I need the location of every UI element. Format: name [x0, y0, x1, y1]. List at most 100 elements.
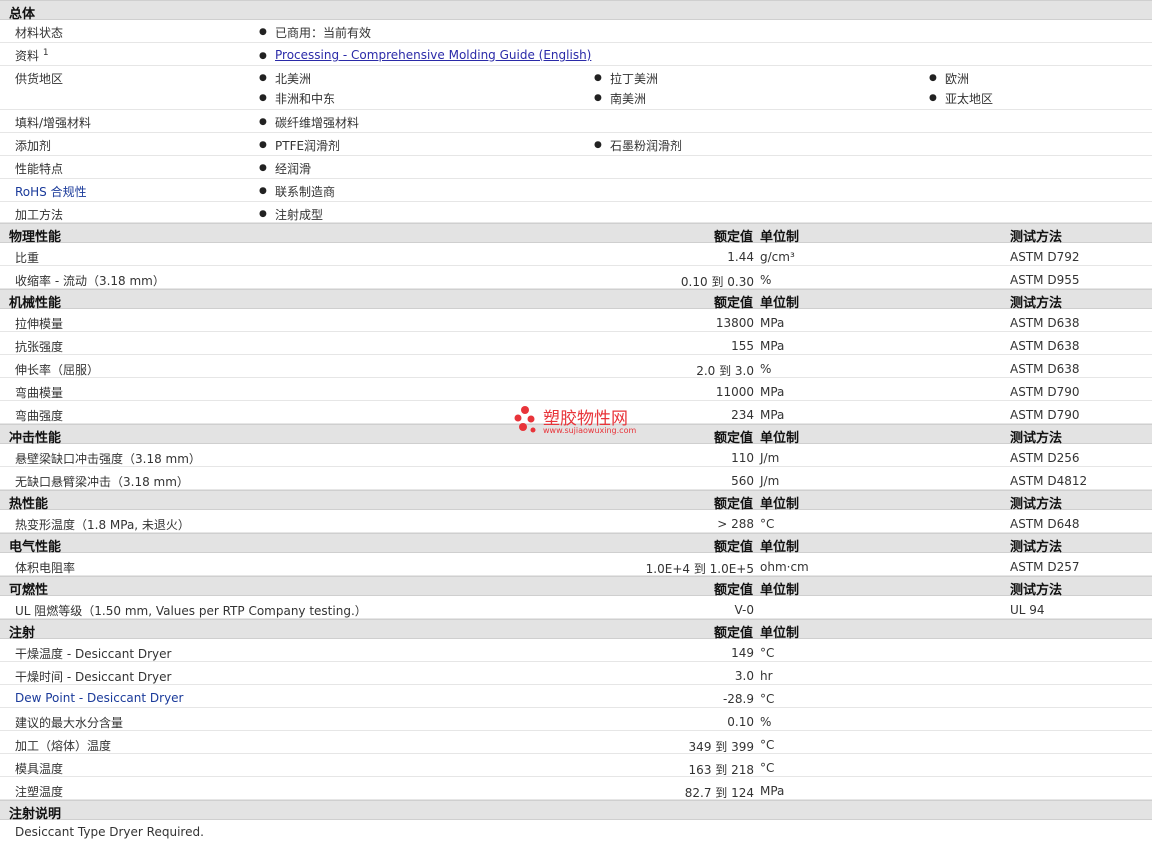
- prop-label: 模具温度: [15, 762, 64, 776]
- row-filler: 填料/增强材料 碳纤维增强材料: [0, 110, 1152, 133]
- prop-value: 560: [731, 474, 754, 488]
- prop-unit: MPa: [760, 385, 785, 399]
- region-item: 欧洲: [929, 70, 969, 87]
- prop-value: 3.0: [734, 669, 754, 683]
- prop-value: 1.0E+4 到 1.0E+5: [645, 562, 754, 576]
- prop-label: Dew Point - Desiccant Dryer: [15, 691, 184, 705]
- section-header-electrical: 电气性能 额定值 单位制 测试方法: [0, 533, 1152, 555]
- table-row: 加工（熔体）温度 349 到 399 °C: [0, 731, 1152, 754]
- prop-test: ASTM D257: [1010, 560, 1080, 574]
- prop-value: 234: [731, 408, 754, 422]
- prop-unit: J/m: [760, 451, 780, 465]
- prop-test: UL 94: [1010, 603, 1045, 617]
- prop-label: 抗张强度: [15, 340, 64, 354]
- prop-unit: hr: [760, 669, 773, 683]
- prop-test: ASTM D792: [1010, 250, 1080, 264]
- row-value: 经润滑: [259, 160, 311, 177]
- prop-unit: MPa: [760, 316, 785, 330]
- table-row: 干燥温度 - Desiccant Dryer 149 °C: [0, 639, 1152, 662]
- prop-unit: g/cm³: [760, 250, 795, 264]
- prop-unit: MPa: [760, 784, 785, 798]
- prop-label: 干燥温度 - Desiccant Dryer: [15, 647, 172, 661]
- injection-notes-text: Desiccant Type Dryer Required.: [15, 825, 204, 839]
- prop-label: 建议的最大水分含量: [15, 716, 124, 730]
- prop-label: 拉伸模量: [15, 317, 64, 331]
- additive-item: 石墨粉润滑剂: [594, 137, 682, 154]
- prop-value: 2.0 到 3.0: [696, 364, 754, 378]
- prop-value: 0.10: [727, 715, 754, 729]
- row-literature: 资料 1 Processing - Comprehensive Molding …: [0, 43, 1152, 66]
- prop-unit: °C: [760, 738, 775, 752]
- region-item: 亚太地区: [929, 90, 993, 107]
- row-material-status: 材料状态 已商用：当前有效: [0, 20, 1152, 43]
- row-availability: 供货地区 北美洲 拉丁美洲 欧洲 非洲和中东 南美洲 亚太地区: [0, 66, 1152, 110]
- prop-label: 比重: [15, 251, 40, 265]
- row-label: RoHS 合规性: [15, 185, 87, 199]
- additive-item: PTFE润滑剂: [259, 137, 340, 154]
- row-features: 性能特点 经润滑: [0, 156, 1152, 179]
- prop-label: 弯曲强度: [15, 409, 64, 423]
- prop-unit: °C: [760, 761, 775, 775]
- prop-unit: MPa: [760, 408, 785, 422]
- table-row: 注塑温度 82.7 到 124 MPa: [0, 777, 1152, 800]
- prop-test: ASTM D790: [1010, 408, 1080, 422]
- table-row: 热变形温度（1.8 MPa, 未退火） > 288 °C ASTM D648: [0, 510, 1152, 533]
- watermark: 塑胶物性网 www.sujiaowuxing.com: [513, 403, 643, 439]
- prop-value: > 288: [717, 517, 754, 531]
- prop-unit: MPa: [760, 339, 785, 353]
- prop-unit: °C: [760, 646, 775, 660]
- watermark-dots-icon: [514, 406, 536, 433]
- prop-value: 11000: [715, 385, 754, 399]
- table-row: 悬壁梁缺口冲击强度（3.18 mm） 110 J/m ASTM D256: [0, 444, 1152, 467]
- prop-unit: °C: [760, 517, 775, 531]
- table-row: 干燥时间 - Desiccant Dryer 3.0 hr: [0, 662, 1152, 685]
- table-row: 抗张强度 155 MPa ASTM D638: [0, 332, 1152, 355]
- prop-test: ASTM D648: [1010, 517, 1080, 531]
- prop-value: 1.44: [727, 250, 754, 264]
- table-row: 建议的最大水分含量 0.10 %: [0, 708, 1152, 731]
- prop-value: 0.10 到 0.30: [680, 275, 754, 289]
- prop-value: 13800: [715, 316, 754, 330]
- section-header-mechanical: 机械性能 额定值 单位制 测试方法: [0, 289, 1152, 311]
- prop-unit: ohm·cm: [760, 560, 809, 574]
- table-row: 模具温度 163 到 218 °C: [0, 754, 1152, 777]
- region-item: 北美洲: [259, 70, 311, 87]
- prop-unit: J/m: [760, 474, 780, 488]
- prop-label: 热变形温度（1.8 MPa, 未退火）: [15, 518, 190, 532]
- table-row: UL 阻燃等级（1.50 mm, Values per RTP Company …: [0, 596, 1152, 619]
- table-row: 比重 1.44 g/cm³ ASTM D792: [0, 243, 1152, 266]
- prop-test: ASTM D4812: [1010, 474, 1088, 488]
- row-additive: 添加剂 PTFE润滑剂 石墨粉润滑剂: [0, 133, 1152, 156]
- table-row: 伸长率（屈服） 2.0 到 3.0 % ASTM D638: [0, 355, 1152, 378]
- row-processing: 加工方法 注射成型: [0, 202, 1152, 223]
- prop-value: 349 到 399: [688, 740, 754, 754]
- literature-link[interactable]: Processing - Comprehensive Molding Guide…: [259, 48, 591, 64]
- prop-unit: °C: [760, 692, 775, 706]
- section-header-injection: 注射 额定值 单位制: [0, 619, 1152, 641]
- footnote-marker: 1: [42, 48, 49, 58]
- row-value: 联系制造商: [259, 183, 335, 200]
- row-label: 添加剂: [15, 139, 52, 153]
- prop-value: 110: [731, 451, 754, 465]
- row-value: 注射成型: [259, 206, 323, 223]
- row-value: 碳纤维增强材料: [259, 114, 359, 131]
- prop-value: 163 到 218: [688, 763, 754, 777]
- prop-test: ASTM D638: [1010, 316, 1080, 330]
- table-row: 体积电阻率 1.0E+4 到 1.0E+5 ohm·cm ASTM D257: [0, 553, 1152, 576]
- prop-test: ASTM D790: [1010, 385, 1080, 399]
- prop-label: UL 阻燃等级（1.50 mm, Values per RTP Company …: [15, 604, 367, 618]
- prop-value: -28.9: [722, 692, 754, 706]
- row-label: 资料 1: [15, 48, 49, 63]
- prop-value: 155: [731, 339, 754, 353]
- prop-test: ASTM D638: [1010, 339, 1080, 353]
- prop-unit: %: [760, 273, 772, 287]
- row-label: 性能特点: [15, 162, 64, 176]
- prop-label: 干燥时间 - Desiccant Dryer: [15, 670, 172, 684]
- prop-label: 收缩率 - 流动（3.18 mm）: [15, 274, 165, 288]
- prop-label: 悬壁梁缺口冲击强度（3.18 mm）: [15, 452, 201, 466]
- table-row: Dew Point - Desiccant Dryer -28.9 °C: [0, 685, 1152, 708]
- prop-label: 注塑温度: [15, 785, 64, 799]
- prop-label: 体积电阻率: [15, 561, 76, 575]
- prop-unit: %: [760, 715, 772, 729]
- region-item: 非洲和中东: [259, 90, 335, 107]
